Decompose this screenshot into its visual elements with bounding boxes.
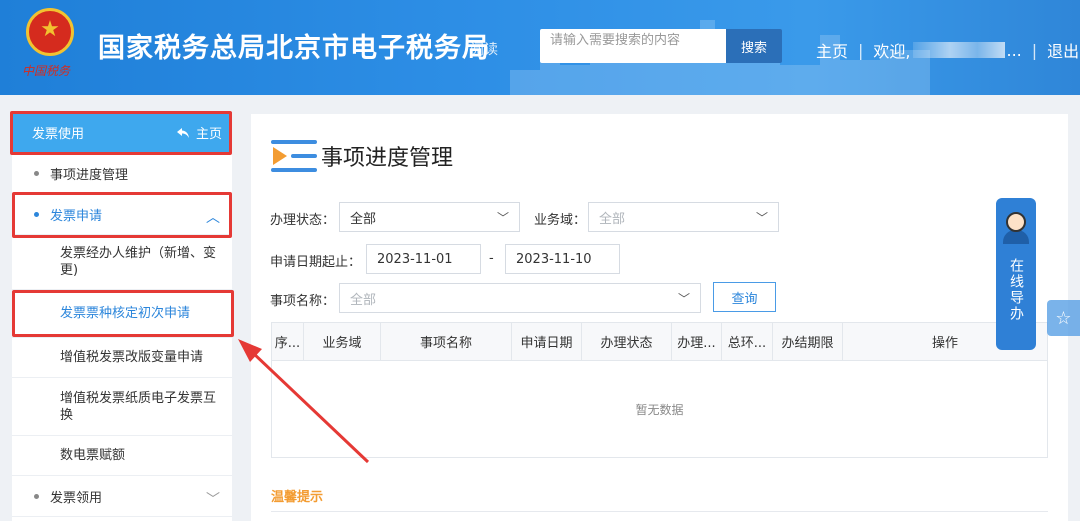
chevron-down-icon: ﹀ [206,492,220,508]
chevron-down-icon: ﹀ [496,211,509,225]
divider [271,511,1048,512]
sidebar-subitem-label: 增值税发票纸质电子发票互换 [60,390,217,423]
col-header-index[interactable]: 序... [272,323,304,360]
customer-service-avatar-icon [999,206,1033,246]
bullet-icon [34,171,39,176]
col-header-deadline[interactable]: 办结期限 [773,323,843,360]
col-header-apply-date[interactable]: 申请日期 [512,323,582,360]
nav-separator: | [858,40,864,60]
sidebar-home-link[interactable]: 主页 [176,123,222,142]
col-header-handle[interactable]: 办理... [672,323,722,360]
sidebar-subitem-label: 数电票赋额 [60,448,126,463]
domain-label: 业务域： [534,213,587,228]
sidebar-subitem-label: 增值税发票改版变量申请 [60,350,204,365]
date-range-label: 申请日期起止： [270,255,362,270]
domain-select-placeholder: 全部 [599,211,626,227]
site-header: 中国税务 国家税务总局北京市电子税务局 阅读 请输入需要搜索的内容 搜索 主页 … [0,0,1080,95]
sidebar-item-invoice-apply[interactable]: 发票申请 ︿ [12,194,232,235]
nav-separator: | [1031,40,1038,60]
item-name-label: 事项名称： [270,294,336,309]
tip-title: 温馨提示 [271,490,324,505]
sidebar-home-label: 主页 [195,127,222,142]
logout-link[interactable]: 退出 [1047,38,1079,62]
accessible-read-link[interactable]: 阅读 [470,39,498,59]
sidebar-item-invoice-receive[interactable]: 发票领用 ﹀ [12,476,232,517]
username-ellipsis: ... [1006,40,1022,60]
date-start-input[interactable]: 2023-11-01 [366,244,481,274]
date-end-value: 2023-11-10 [516,251,592,267]
site-title: 国家税务总局北京市电子税务局 [98,33,490,64]
status-select-value: 全部 [350,211,377,227]
search-button[interactable]: 搜索 [726,29,782,63]
domain-select[interactable]: 全部 ﹀ [588,202,779,232]
sidebar-item-label: 发票领用 [50,490,103,506]
search-input[interactable]: 请输入需要搜索的内容 [540,29,726,63]
col-header-domain[interactable]: 业务域 [304,323,381,360]
sidebar-subitem-label: 发票经办人维护（新增、变更) [60,246,217,278]
query-button[interactable]: 查询 [713,282,776,312]
status-label: 办理状态： [270,213,336,228]
status-select[interactable]: 全部 ﹀ [339,202,520,232]
emblem-icon [26,8,74,56]
sidebar-subitem-paper-electronic-swap[interactable]: 增值税发票纸质电子发票互换 [12,378,232,436]
sidebar-subitem-digital-quota[interactable]: 数电票赋额 [12,436,232,476]
welcome-text: 欢迎, [873,42,911,61]
chevron-down-icon: ﹀ [677,292,690,306]
sidebar-item-label: 发票申请 [50,208,103,224]
emblem-script: 中国税务 [22,64,71,78]
main-panel: 事项进度管理 办理状态： 全部 ﹀ 业务域： 全部 ﹀ 申请日期起止： 2023… [251,114,1068,521]
sidebar-subitem-first-application[interactable]: 发票票种核定初次申请 [12,290,232,338]
home-link[interactable]: 主页 [816,38,848,62]
date-end-input[interactable]: 2023-11-10 [505,244,620,274]
page-title-row: 事项进度管理 [271,136,453,176]
sidebar-title: 发票使用 [32,127,85,142]
sidebar-header: 发票使用 主页 [12,112,232,153]
sidebar-subitem-label: 发票票种核定初次申请 [60,306,191,321]
col-header-item-name[interactable]: 事项名称 [381,323,512,360]
col-header-total-steps[interactable]: 总环... [722,323,773,360]
item-name-select[interactable]: 全部 ﹀ [339,283,701,313]
col-header-status[interactable]: 办理状态 [582,323,672,360]
user-star-icon[interactable]: ☆ [1047,300,1080,336]
chevron-up-icon: ︿ [206,210,220,226]
chevron-down-icon: ﹀ [755,211,768,225]
bullet-icon [34,494,39,499]
sidebar: 发票使用 主页 事项进度管理 发票申请 ︿ 发票经办人维护（新增、变更) 发票票… [12,112,232,521]
empty-state-text: 暂无数据 [635,403,684,417]
online-guide-button[interactable]: 在线导办 [996,198,1036,350]
sidebar-subitem-vat-revision[interactable]: 增值税发票改版变量申请 [12,338,232,378]
bullet-icon [34,212,39,217]
sidebar-item-label: 事项进度管理 [50,167,129,183]
masked-username [912,42,1005,58]
date-dash: - [489,251,494,266]
online-guide-label: 在线导办 [1008,258,1024,322]
progress-table: 序... 业务域 事项名称 申请日期 办理状态 办理... 总环... 办结期限… [271,322,1048,458]
sidebar-subitem-agent-maintain[interactable]: 发票经办人维护（新增、变更) [12,235,232,290]
date-start-value: 2023-11-01 [377,251,453,267]
table-header-row: 序... 业务域 事项名称 申请日期 办理状态 办理... 总环... 办结期限… [272,323,1047,361]
national-emblem-logo: 中国税务 [22,8,78,86]
list-title-icon [271,136,319,176]
back-arrow-icon [176,127,189,138]
item-name-placeholder: 全部 [350,292,377,308]
sidebar-item-progress[interactable]: 事项进度管理 [12,153,232,194]
page-title: 事项进度管理 [321,146,454,171]
header-nav: 主页 | 欢迎, ... | 退出 [816,38,1079,62]
